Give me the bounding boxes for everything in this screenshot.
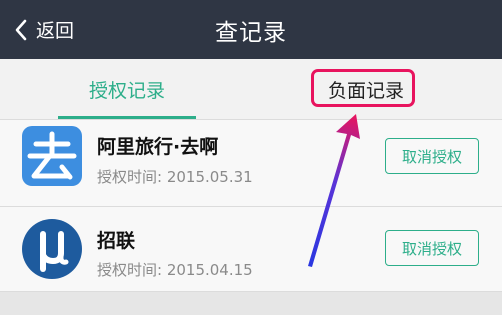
authorization-time: 授权时间: 2015.05.31 <box>97 168 253 186</box>
tab-bar: 授权记录 负面记录 <box>0 59 502 120</box>
active-tab-underline <box>58 116 196 119</box>
list-item: 阿里旅行·去啊 授权时间: 2015.05.31 取消授权 <box>0 120 502 207</box>
zhaolian-mu-icon <box>22 219 82 279</box>
title-bar: 返回 查记录 <box>0 0 502 59</box>
authorization-time: 授权时间: 2015.04.15 <box>97 261 253 279</box>
highlight-box <box>311 69 415 107</box>
alitrip-qu-icon <box>22 126 82 186</box>
app-name: 招联 <box>97 230 136 252</box>
app-name: 阿里旅行·去啊 <box>97 136 219 158</box>
revoke-authorization-button[interactable]: 取消授权 <box>385 138 479 174</box>
revoke-authorization-button[interactable]: 取消授权 <box>385 230 479 266</box>
tab-label: 授权记录 <box>88 79 165 102</box>
page-title: 查记录 <box>215 19 287 46</box>
list-item: 招联 授权时间: 2015.04.15 取消授权 <box>0 207 502 292</box>
tab-authorization-records[interactable]: 授权记录 <box>58 59 196 119</box>
record-list: 阿里旅行·去啊 授权时间: 2015.05.31 取消授权 招联 授权时间: 2… <box>0 120 502 292</box>
